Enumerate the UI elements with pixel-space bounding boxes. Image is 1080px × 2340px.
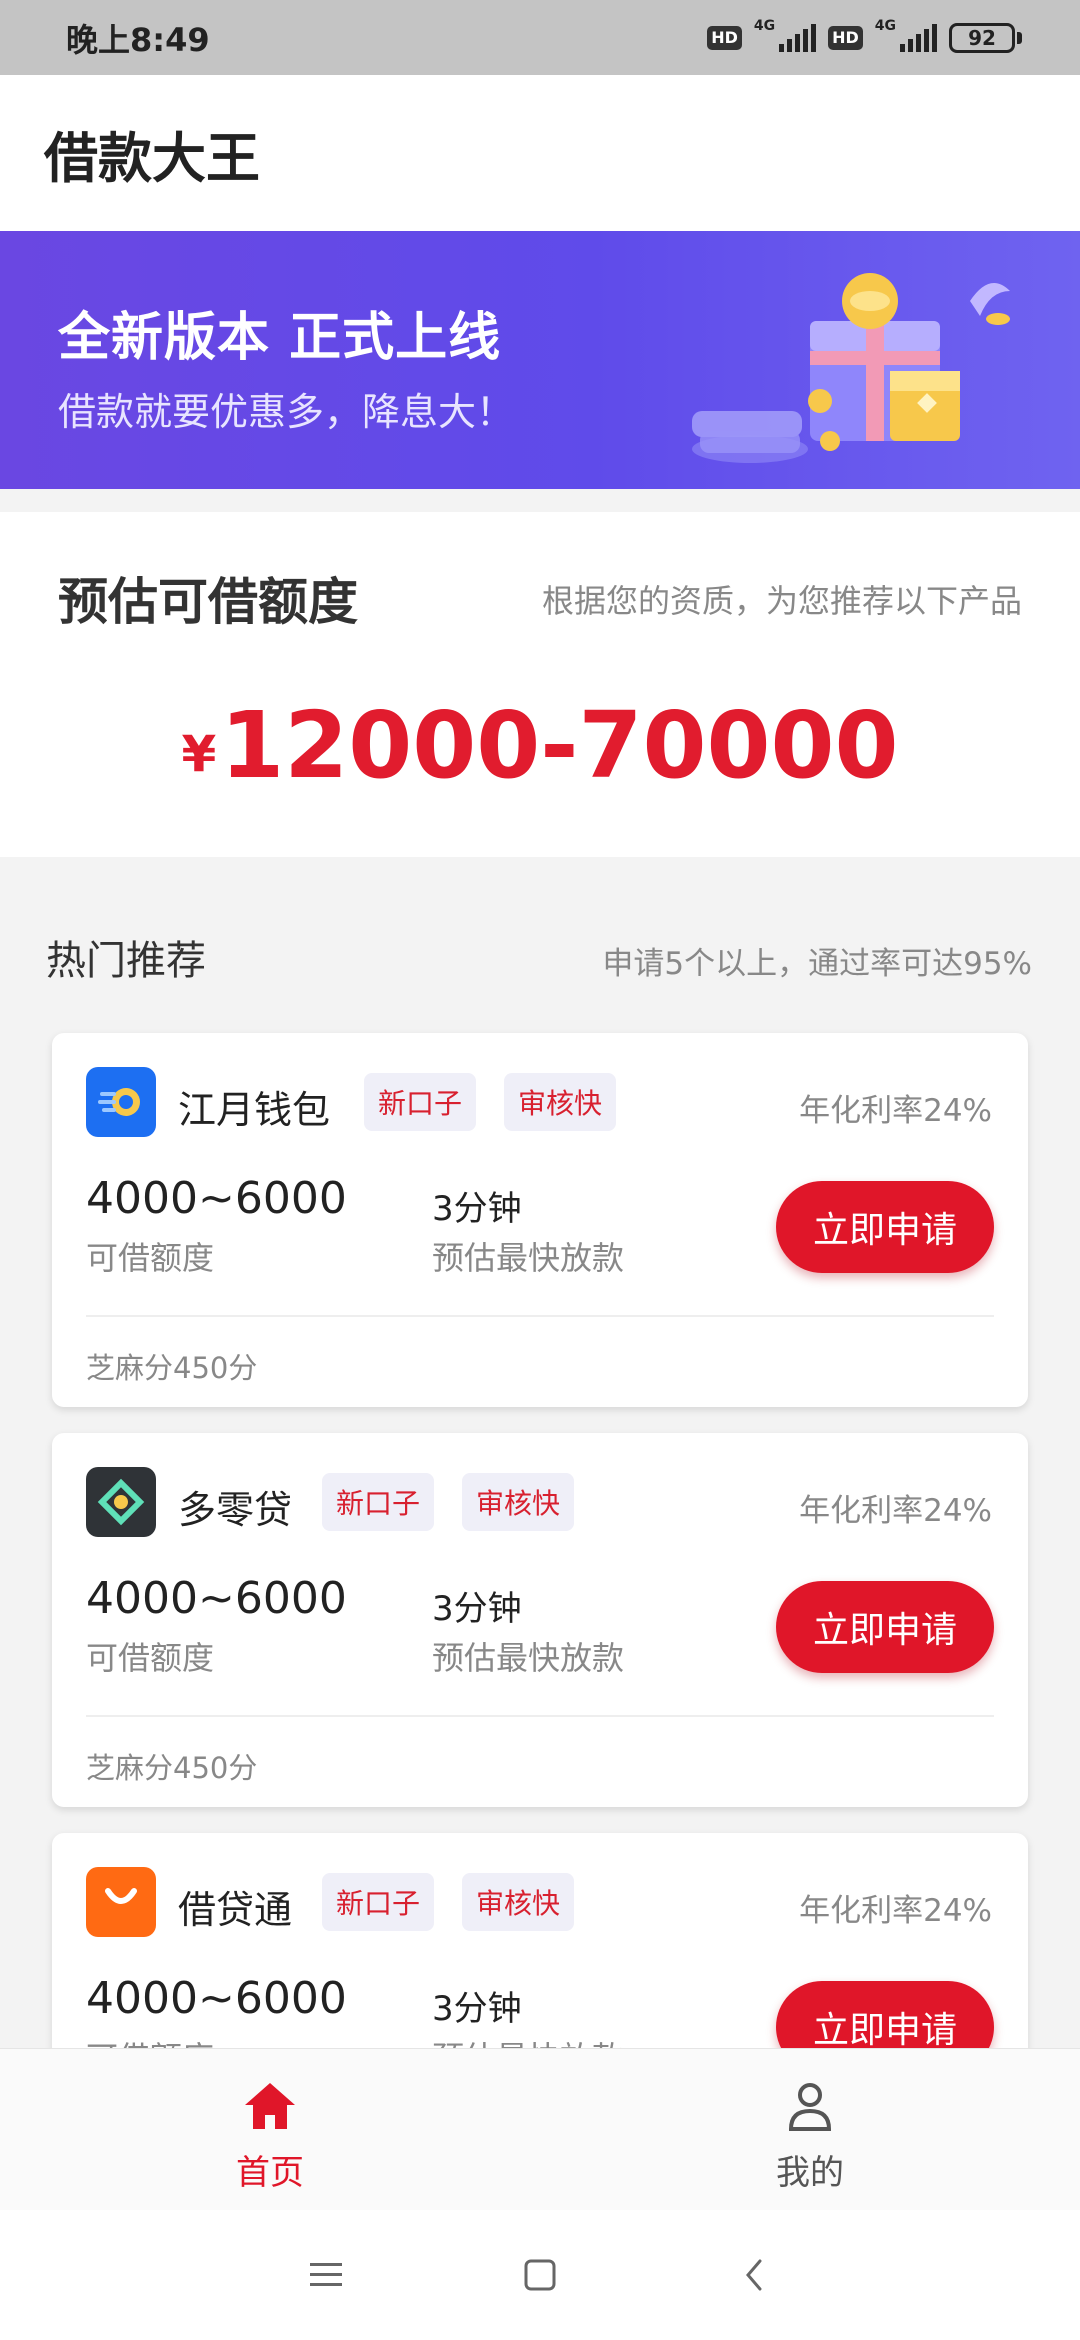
page-title: 借款大王: [44, 126, 260, 190]
product-name: 借贷通: [178, 1888, 293, 1932]
quota-amount: ¥12000-70000: [0, 692, 1080, 799]
credit-requirement: 芝麻分450分: [86, 1751, 258, 1785]
banner-subtitle: 借款就要优惠多，降息大！: [58, 390, 515, 434]
currency-symbol: ¥: [181, 725, 217, 783]
tag-new: 新口子: [322, 1473, 435, 1531]
loan-amount: 4000~6000: [86, 1173, 347, 1224]
product-name: 多零贷: [178, 1488, 293, 1532]
home-icon: [245, 2083, 295, 2129]
divider: [86, 1715, 994, 1717]
disburse-time-label: 预估最快放款: [432, 1639, 625, 1677]
product-card[interactable]: 多零贷 新口子 审核快 年化利率24% 4000~6000 可借额度 3分钟 预…: [52, 1433, 1028, 1807]
home-square-icon[interactable]: [518, 2253, 562, 2297]
status-time: 晚上8:49: [66, 20, 210, 59]
loan-amount: 4000~6000: [86, 1573, 347, 1624]
app-header: 借款大王: [0, 75, 1080, 231]
quota-title: 预估可借额度: [58, 573, 358, 631]
tag-fast-review: 审核快: [504, 1073, 617, 1131]
back-icon[interactable]: [732, 2253, 776, 2297]
bottom-nav: 首页 我的: [0, 2048, 1080, 2210]
quota-range: 12000-70000: [220, 692, 899, 799]
hd-icon-2: HD: [828, 25, 863, 50]
promo-banner[interactable]: 全新版本 正式上线 借款就要优惠多，降息大！: [0, 231, 1080, 489]
diamond-eye-icon: [86, 1467, 156, 1537]
tag-new: 新口子: [322, 1873, 435, 1931]
signal-icon-2: [900, 23, 937, 52]
loan-amount: 4000~6000: [86, 1973, 347, 2024]
annual-rate: 年化利率24%: [799, 1093, 992, 1129]
user-icon: [788, 2083, 832, 2131]
disburse-time: 3分钟: [432, 1989, 522, 2029]
disburse-time: 3分钟: [432, 1189, 522, 1229]
menu-icon[interactable]: [304, 2253, 348, 2297]
nav-mine[interactable]: 我的: [540, 2049, 1080, 2210]
battery-level: 92: [949, 22, 1015, 53]
apply-button[interactable]: 立即申请: [776, 1581, 994, 1673]
divider: [86, 1315, 994, 1317]
banner-title: 全新版本 正式上线: [58, 308, 502, 368]
tag-new: 新口子: [364, 1073, 477, 1131]
credit-requirement: 芝麻分450分: [86, 1351, 258, 1385]
quota-hint: 根据您的资质，为您推荐以下产品: [541, 582, 1022, 620]
apply-button[interactable]: 立即申请: [776, 1181, 994, 1273]
hd-icon: HD: [707, 25, 742, 50]
status-bar: 晚上8:49 HD 4G HD 4G 92: [0, 0, 1080, 75]
loan-amount-label: 可借额度: [86, 1239, 215, 1277]
battery-icon: 92: [949, 22, 1022, 53]
nav-mine-label: 我的: [776, 2153, 844, 2193]
annual-rate: 年化利率24%: [799, 1893, 992, 1929]
network-type-2: 4G: [874, 17, 896, 34]
nav-home[interactable]: 首页: [0, 2049, 540, 2210]
disburse-time: 3分钟: [432, 1589, 522, 1629]
shopping-bag-icon: [86, 1867, 156, 1937]
signal-icon: [779, 23, 817, 52]
product-card[interactable]: 江月钱包 新口子 审核快 年化利率24% 4000~6000 可借额度 3分钟 …: [52, 1033, 1028, 1407]
network-type: 4G: [753, 17, 776, 34]
nav-home-label: 首页: [236, 2153, 304, 2193]
recommend-title: 热门推荐: [46, 938, 206, 984]
quota-section: 预估可借额度 根据您的资质，为您推荐以下产品 ¥12000-70000: [0, 512, 1080, 857]
coin-speed-icon: [86, 1067, 156, 1137]
tag-fast-review: 审核快: [462, 1873, 575, 1931]
gift-box-illustration: [692, 273, 1010, 463]
status-icons: HD 4G HD 4G 92: [707, 18, 1022, 53]
product-name: 江月钱包: [178, 1088, 331, 1132]
disburse-time-label: 预估最快放款: [432, 1239, 625, 1277]
recommend-hint: 申请5个以上，通过率可达95%: [602, 946, 1032, 982]
loan-amount-label: 可借额度: [86, 1639, 215, 1677]
tag-fast-review: 审核快: [462, 1473, 575, 1531]
annual-rate: 年化利率24%: [799, 1493, 992, 1529]
system-nav-bar: [0, 2210, 1080, 2340]
